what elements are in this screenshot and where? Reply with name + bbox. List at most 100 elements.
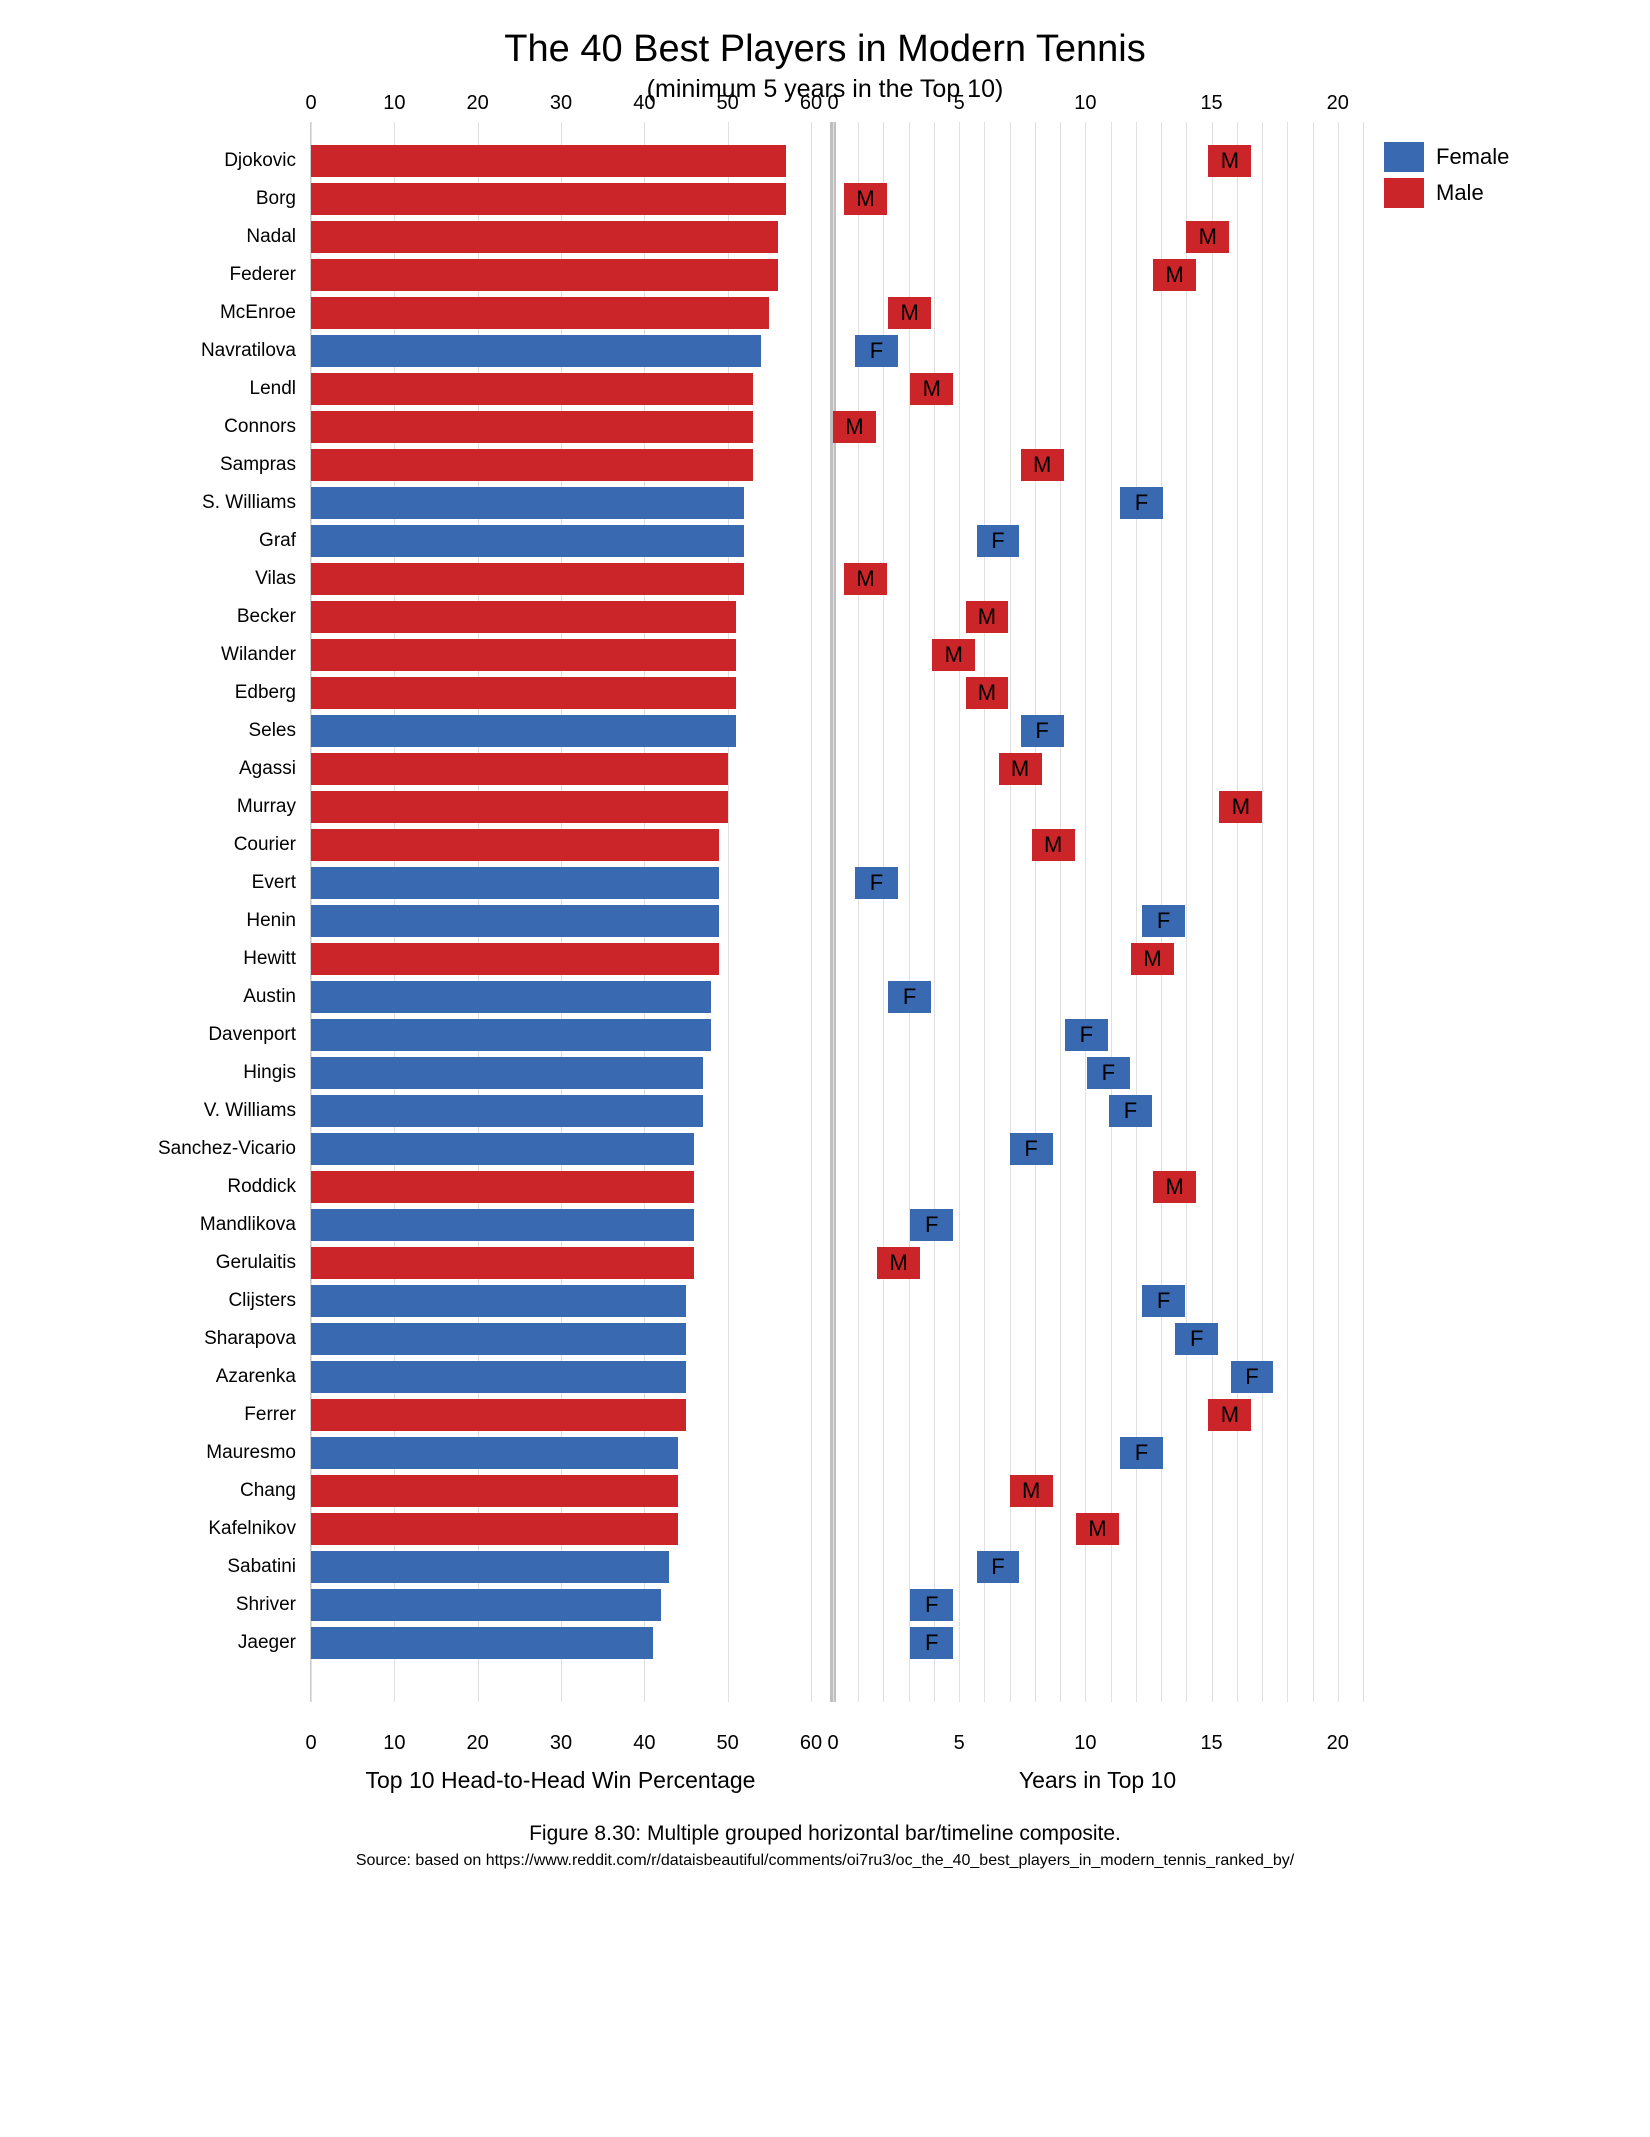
- row-label: Shriver: [30, 1586, 310, 1624]
- tick-label: 0: [827, 92, 838, 115]
- h2h-bar: [311, 1551, 669, 1583]
- legend-swatch-female: [1384, 142, 1424, 172]
- row-label: Agassi: [30, 750, 310, 788]
- row-label: Vilas: [30, 560, 310, 598]
- impact-badge: F: [1010, 1133, 1053, 1165]
- tick-label: 20: [1327, 92, 1349, 115]
- h2h-bar: [311, 1627, 653, 1659]
- impact-badge: F: [1142, 905, 1185, 937]
- row-label: Mauresmo: [30, 1434, 310, 1472]
- impact-badge: M: [932, 639, 975, 671]
- gridline-minor: [1363, 122, 1364, 1702]
- tick-label: 20: [1327, 1732, 1349, 1755]
- row-label: Mandlikova: [30, 1206, 310, 1244]
- impact-badge: M: [910, 373, 953, 405]
- row-label: Davenport: [30, 1016, 310, 1054]
- h2h-panel: 0102030405060 0102030405060 Top 10 Head-…: [310, 122, 810, 1702]
- h2h-bar: [311, 259, 778, 291]
- row-label: Nadal: [30, 218, 310, 256]
- impact-badge: M: [1208, 145, 1251, 177]
- row-label: V. Williams: [30, 1092, 310, 1130]
- impact-badge: F: [855, 335, 898, 367]
- row-label: Sampras: [30, 446, 310, 484]
- row-label: Djokovic: [30, 142, 310, 180]
- impact-badge: M: [1032, 829, 1075, 861]
- row-label: Hingis: [30, 1054, 310, 1092]
- h2h-bar: [311, 1019, 711, 1051]
- h2h-bar: [311, 829, 719, 861]
- h2h-bar: [311, 1475, 678, 1507]
- impact-badge: M: [877, 1247, 920, 1279]
- impact-badge: M: [1131, 943, 1174, 975]
- h2h-bar: [311, 1323, 686, 1355]
- h2h-bar: [311, 753, 728, 785]
- row-label: Connors: [30, 408, 310, 446]
- h2h-bar: [311, 791, 728, 823]
- row-label: Roddick: [30, 1168, 310, 1206]
- row-label: Borg: [30, 180, 310, 218]
- impact-badge: M: [999, 753, 1042, 785]
- impact-badge: M: [1010, 1475, 1053, 1507]
- h2h-bar: [311, 715, 736, 747]
- h2h-bar: [311, 297, 769, 329]
- h2h-bar: [311, 221, 778, 253]
- impact-badge: M: [844, 563, 887, 595]
- tick-label: 15: [1200, 1732, 1222, 1755]
- h2h-bar: [311, 1513, 678, 1545]
- impact-badge: M: [1153, 1171, 1196, 1203]
- tick-label: 50: [717, 92, 739, 115]
- row-label: Ferrer: [30, 1396, 310, 1434]
- h2h-bar: [311, 487, 744, 519]
- h2h-bar: [311, 373, 753, 405]
- h2h-bar: [311, 905, 719, 937]
- row-label: Seles: [30, 712, 310, 750]
- impact-badge: M: [888, 297, 931, 329]
- tick-label: 30: [550, 1732, 572, 1755]
- impact-badge: F: [1175, 1323, 1218, 1355]
- row-label: Clijsters: [30, 1282, 310, 1320]
- tick-label: 40: [633, 92, 655, 115]
- h2h-bar: [311, 1057, 703, 1089]
- h2h-bar: [311, 1589, 661, 1621]
- tick-label: 20: [467, 92, 489, 115]
- h2h-bar: [311, 1133, 694, 1165]
- impact-badge: M: [966, 601, 1009, 633]
- impact-badge: M: [1153, 259, 1196, 291]
- legend-label-male: Male: [1436, 180, 1484, 206]
- tick-label: 0: [827, 1732, 838, 1755]
- h2h-bar: [311, 981, 711, 1013]
- impact-badge: F: [855, 867, 898, 899]
- chart-title: The 40 Best Players in Modern Tennis: [30, 28, 1620, 71]
- h2h-axis-title: Top 10 Head-to-Head Win Percentage: [311, 1767, 810, 1794]
- impact-badge: F: [1142, 1285, 1185, 1317]
- row-label: Gerulaitis: [30, 1244, 310, 1282]
- h2h-bar: [311, 411, 753, 443]
- h2h-bar: [311, 183, 786, 215]
- h2h-bar: [311, 525, 744, 557]
- impact-ticks-bottom: 05101520: [833, 1732, 1362, 1758]
- legend-label-female: Female: [1436, 144, 1509, 170]
- row-label: S. Williams: [30, 484, 310, 522]
- row-label: Henin: [30, 902, 310, 940]
- impact-badge: F: [910, 1209, 953, 1241]
- impact-badge: M: [844, 183, 887, 215]
- impact-badge: M: [1219, 791, 1262, 823]
- row-labels-column: DjokovicBorgNadalFedererMcEnroeNavratilo…: [30, 122, 310, 1662]
- h2h-bar: [311, 1247, 694, 1279]
- row-label: McEnroe: [30, 294, 310, 332]
- tick-label: 0: [305, 92, 316, 115]
- gridline: [811, 122, 812, 1702]
- row-label: Courier: [30, 826, 310, 864]
- tick-label: 60: [800, 92, 822, 115]
- legend-item-female: Female: [1384, 142, 1509, 172]
- h2h-bar: [311, 563, 744, 595]
- row-label: Jaeger: [30, 1624, 310, 1662]
- row-label: Lendl: [30, 370, 310, 408]
- row-label: Sharapova: [30, 1320, 310, 1358]
- legend-swatch-male: [1384, 178, 1424, 208]
- tick-label: 5: [954, 1732, 965, 1755]
- h2h-bar: [311, 677, 736, 709]
- h2h-bar: [311, 867, 719, 899]
- legend: Female Male: [1384, 142, 1509, 214]
- row-label: Sabatini: [30, 1548, 310, 1586]
